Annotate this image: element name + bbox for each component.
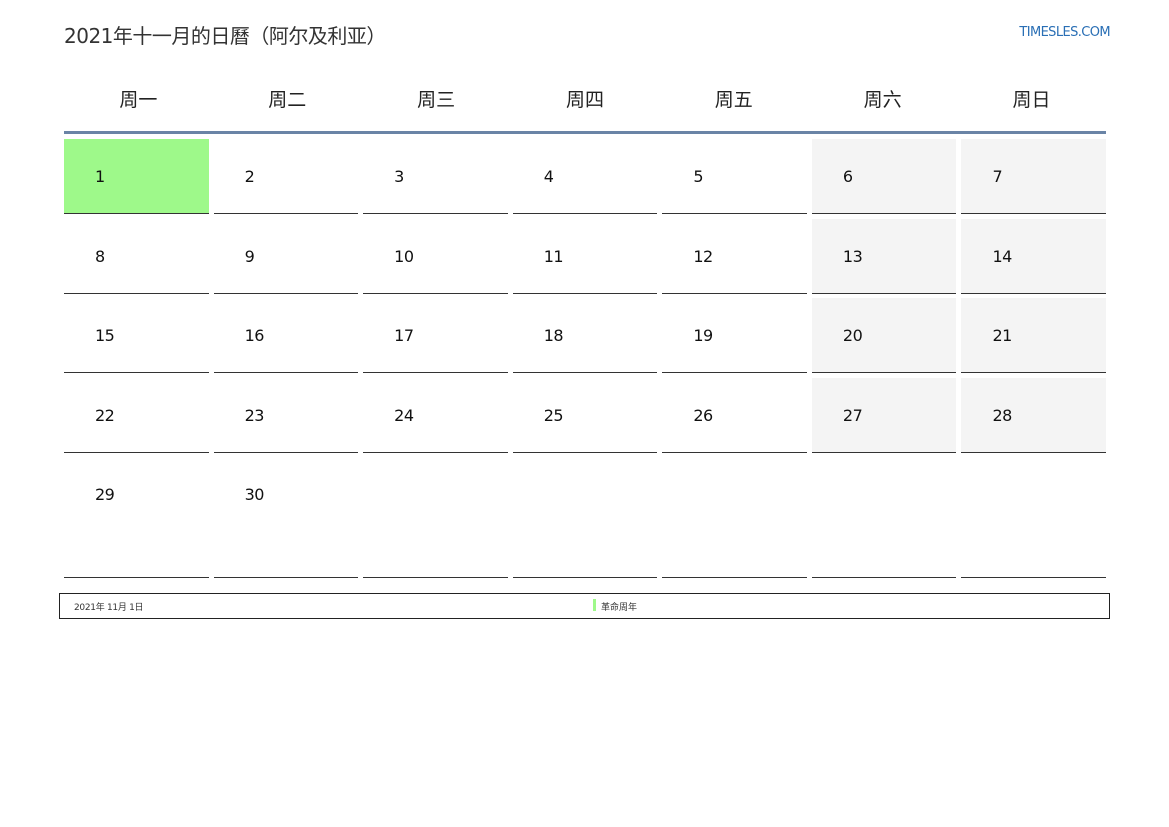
day-number: 15 — [95, 326, 115, 345]
calendar-day-cell[interactable]: 18 — [512, 298, 658, 373]
calendar-day-cell[interactable]: 9 — [213, 219, 359, 294]
calendar-day-cell[interactable]: 11 — [512, 219, 658, 294]
day-number: 1 — [95, 167, 105, 186]
holiday-date: 2021年 11月 1日 — [74, 603, 144, 613]
calendar-day-cell — [512, 457, 658, 578]
day-number: 17 — [394, 326, 414, 345]
day-number: 2 — [244, 167, 255, 186]
day-number: 27 — [842, 406, 863, 425]
day-number: 19 — [693, 326, 713, 345]
calendar-day-cell[interactable]: 17 — [363, 298, 508, 373]
day-number: 25 — [543, 406, 564, 425]
weekday-label: 周五 — [714, 89, 753, 111]
day-number: 18 — [543, 326, 564, 345]
calendar-day-cell[interactable]: 25 — [512, 378, 658, 453]
day-number: 12 — [693, 247, 713, 266]
day-number: 30 — [244, 485, 265, 504]
calendar-day-cell[interactable]: 7 — [961, 139, 1107, 214]
day-number: 13 — [842, 247, 863, 266]
header-rule — [64, 131, 1106, 134]
calendar-week-row: 22 23 24 25 26 27 28 — [64, 378, 1107, 453]
calendar-day-cell[interactable]: 27 — [811, 378, 957, 453]
weekday-label: 周二 — [268, 89, 307, 111]
weekday-label: 周日 — [1012, 89, 1051, 111]
calendar-day-cell — [811, 457, 957, 578]
page-title: 2021年十一月的日曆（阿尔及利亚） — [64, 24, 386, 48]
day-number: 5 — [693, 167, 703, 186]
calendar-day-cell[interactable]: 24 — [363, 378, 508, 453]
day-number: 26 — [693, 406, 713, 425]
weekday-label: 周三 — [417, 89, 456, 111]
calendar-day-cell[interactable]: 16 — [213, 298, 359, 373]
calendar-day-cell — [961, 457, 1107, 578]
calendar-day-cell[interactable]: 8 — [64, 219, 209, 294]
calendar-day-cell[interactable]: 23 — [213, 378, 359, 453]
holiday-color-marker — [593, 599, 596, 611]
day-number: 14 — [992, 247, 1012, 266]
weekday-label: 周一 — [119, 89, 158, 111]
day-number: 6 — [842, 167, 853, 186]
day-number: 29 — [95, 485, 115, 504]
calendar-day-cell[interactable]: 1 — [64, 139, 209, 214]
day-number: 23 — [244, 406, 265, 425]
holiday-name: 革命周年 — [601, 603, 638, 613]
calendar-day-cell[interactable]: 20 — [811, 298, 957, 373]
day-number: 16 — [244, 326, 265, 345]
calendar-day-cell — [662, 457, 807, 578]
day-number: 21 — [992, 326, 1012, 345]
weekday-label: 周四 — [565, 89, 604, 111]
calendar-week-row: 8 9 10 11 12 13 14 — [64, 219, 1107, 294]
day-number: 22 — [95, 406, 115, 425]
calendar-day-cell[interactable]: 30 — [213, 457, 359, 578]
calendar-day-cell[interactable]: 22 — [64, 378, 209, 453]
day-number: 9 — [244, 247, 255, 266]
calendar-day-cell[interactable]: 15 — [64, 298, 209, 373]
weekday-header: 周一 周二 周三 周四 周五 周六 周日 — [64, 86, 1106, 130]
calendar-day-cell[interactable]: 12 — [662, 219, 807, 294]
calendar-week-row: 29 30 — [64, 457, 1107, 578]
day-number: 8 — [95, 247, 105, 266]
day-number: 24 — [394, 406, 414, 425]
calendar-day-cell[interactable]: 26 — [662, 378, 807, 453]
calendar-day-cell[interactable]: 10 — [363, 219, 508, 294]
calendar-day-cell — [363, 457, 508, 578]
calendar-day-cell[interactable]: 5 — [662, 139, 807, 214]
calendar-day-cell[interactable]: 4 — [512, 139, 658, 214]
day-number: 28 — [992, 406, 1012, 425]
calendar-day-cell[interactable]: 28 — [961, 378, 1107, 453]
day-number: 3 — [394, 167, 404, 186]
site-link[interactable]: TIMESLES.COM — [1019, 25, 1110, 40]
calendar-day-cell[interactable]: 3 — [363, 139, 508, 214]
weekday-label: 周六 — [863, 89, 902, 111]
day-number: 11 — [543, 247, 564, 266]
day-number: 20 — [842, 326, 863, 345]
calendar-day-cell[interactable]: 21 — [961, 298, 1107, 373]
day-number: 7 — [992, 167, 1003, 186]
calendar-day-cell[interactable]: 29 — [64, 457, 209, 578]
calendar-day-cell[interactable]: 13 — [811, 219, 957, 294]
day-number: 10 — [394, 247, 414, 266]
calendar-week-row: 15 16 17 18 19 20 21 — [64, 298, 1107, 373]
calendar-week-row: 1 2 3 4 5 6 7 — [64, 139, 1107, 214]
calendar-day-cell[interactable]: 2 — [213, 139, 359, 214]
day-number: 4 — [543, 167, 554, 186]
calendar-day-cell[interactable]: 6 — [811, 139, 957, 214]
calendar-day-cell[interactable]: 14 — [961, 219, 1107, 294]
calendar-day-cell[interactable]: 19 — [662, 298, 807, 373]
holiday-legend: 2021年 11月 1日 革命周年 — [59, 593, 1110, 619]
